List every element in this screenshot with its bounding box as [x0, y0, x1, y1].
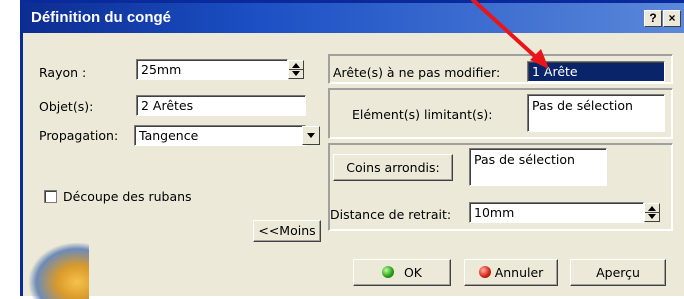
moins-button[interactable]: <<Moins [253, 220, 321, 242]
distance-label: Distance de retrait: [330, 207, 452, 222]
decoupe-checkbox[interactable] [44, 190, 57, 203]
red-circle-icon [478, 266, 491, 278]
ok-label: OK [403, 265, 423, 280]
distance-input[interactable]: 10mm [469, 202, 644, 223]
elements-field[interactable]: Pas de sélection [527, 94, 665, 132]
close-button[interactable]: × [663, 10, 681, 27]
green-circle-icon [381, 266, 394, 278]
coins-field[interactable]: Pas de sélection [469, 148, 607, 186]
propagation-dropdown-button[interactable] [302, 126, 320, 145]
coins-button[interactable]: Coins arrondis: [333, 154, 453, 181]
rayon-label: Rayon : [39, 65, 87, 80]
rayon-input[interactable]: 25mm [136, 59, 288, 80]
help-button[interactable]: ? [644, 10, 662, 27]
objets-label: Objet(s): [39, 99, 94, 114]
catia-logo-icon [29, 243, 89, 299]
objets-field[interactable]: 2 Arêtes [136, 95, 306, 116]
propagation-select[interactable]: Tangence [134, 125, 306, 146]
distance-spinner[interactable] [644, 203, 660, 222]
apercu-button[interactable]: Aperçu [570, 259, 666, 286]
annotation-arrow-icon [471, 0, 549, 69]
decoupe-label: Découpe des rubans [63, 189, 192, 204]
propagation-label: Propagation: [39, 128, 119, 143]
annuler-button[interactable]: Annuler [464, 259, 558, 286]
annuler-label: Annuler [494, 265, 544, 280]
elements-label: Elément(s) limitant(s): [352, 107, 493, 122]
window-title: Définition du congé [31, 9, 171, 26]
rayon-spinner[interactable] [288, 60, 304, 79]
ok-button[interactable]: OK [353, 259, 451, 286]
